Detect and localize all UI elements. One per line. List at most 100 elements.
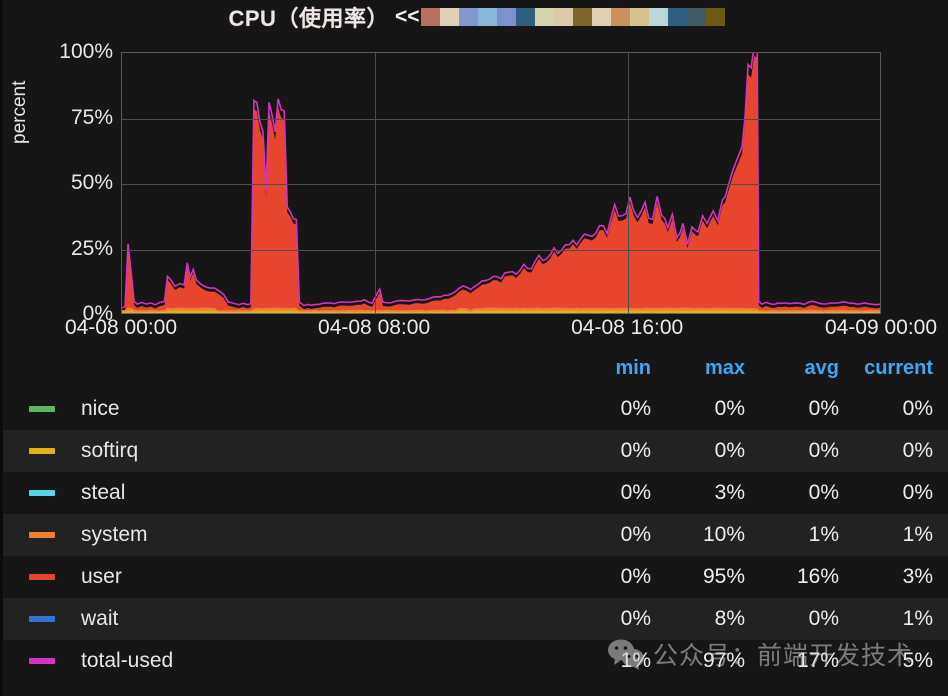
gridline-vertical <box>628 53 630 313</box>
legend-value-min: 0% <box>620 607 651 630</box>
legend-value-min: 0% <box>620 397 651 420</box>
legend-header-row: min max avg current <box>3 348 948 388</box>
legend-value-current: 1% <box>902 523 933 546</box>
legend-value-current: 5% <box>902 649 933 672</box>
legend-value-max: 3% <box>714 481 745 504</box>
legend-value-avg: 0% <box>808 397 839 420</box>
legend-value-current: 3% <box>902 565 933 588</box>
palette-swatch-9[interactable] <box>592 8 612 26</box>
legend-row[interactable]: nice 0% 0% 0% 0% <box>3 388 948 430</box>
legend-color-swatch-wait[interactable] <box>29 616 55 622</box>
legend-series-name-total-used[interactable]: total-used <box>81 649 557 673</box>
x-tick-label: 04-09 00:00 <box>824 316 938 339</box>
legend-rows-container: nice 0% 0% 0% 0% softirq 0% 0% 0% 0% steal 0% 3% 0% 0%… <box>3 388 948 682</box>
legend-table: min max avg current nice 0% 0% 0% 0% softirq 0… <box>3 348 948 682</box>
x-tick-label: 04-08 08:00 <box>318 316 431 339</box>
legend-value-max: 97% <box>702 649 745 672</box>
legend-value-avg: 1% <box>808 523 839 546</box>
legend-swatch-cell <box>3 658 81 664</box>
palette-swatch-15[interactable] <box>706 8 726 26</box>
gridline-horizontal <box>122 184 880 185</box>
page-title: CPU（使用率） <box>228 6 389 31</box>
legend-value-current: 0% <box>902 397 933 420</box>
legend-swatch-cell <box>3 406 81 412</box>
x-axis-ticks: 04-08 00:00 04-08 08:00 04-08 16:00 04-09 0… <box>3 316 948 346</box>
palette-swatch-4[interactable] <box>497 8 517 26</box>
gridline-horizontal <box>122 118 880 120</box>
color-palette-strip[interactable] <box>421 8 726 26</box>
legend-series-name-system[interactable]: system <box>81 523 557 547</box>
palette-swatch-6[interactable] <box>535 8 555 26</box>
legend-value-avg: 17% <box>796 649 839 672</box>
legend-value-current: 1% <box>902 607 933 630</box>
x-tick-label: 04-08 00:00 <box>64 316 178 339</box>
legend-value-avg: 0% <box>808 439 839 462</box>
legend-color-swatch-user[interactable] <box>29 574 55 580</box>
legend-series-name-nice[interactable]: nice <box>81 397 557 421</box>
legend-swatch-cell <box>3 616 81 622</box>
palette-swatch-0[interactable] <box>421 8 441 26</box>
palette-swatch-11[interactable] <box>630 8 650 26</box>
gridline-horizontal <box>122 249 880 251</box>
palette-swatch-14[interactable] <box>687 8 707 26</box>
y-tick-label: 100% <box>59 40 113 63</box>
legend-value-min: 0% <box>620 481 651 504</box>
legend-value-min: 0% <box>620 439 651 462</box>
legend-color-swatch-nice[interactable] <box>29 406 55 412</box>
palette-swatch-2[interactable] <box>459 8 479 26</box>
legend-row[interactable]: steal 0% 3% 0% 0% <box>3 472 948 514</box>
legend-value-current: 0% <box>902 439 933 462</box>
legend-row[interactable]: softirq 0% 0% 0% 0% <box>3 430 948 472</box>
legend-value-min: 1% <box>620 649 651 672</box>
legend-color-swatch-softirq[interactable] <box>29 448 55 454</box>
gridline-vertical <box>375 53 377 313</box>
legend-value-max: 0% <box>714 439 745 462</box>
legend-series-name-user[interactable]: user <box>81 565 557 589</box>
legend-series-name-softirq[interactable]: softirq <box>81 439 557 463</box>
legend-header-current[interactable]: current <box>839 357 948 380</box>
cpu-usage-panel: CPU（使用率） << percent 0% 25% 50% 75% 100% 04-0… <box>0 0 948 696</box>
legend-value-max: 8% <box>714 607 745 630</box>
legend-value-avg: 16% <box>796 565 839 588</box>
y-tick-label: 75% <box>70 105 113 129</box>
legend-header-avg[interactable]: avg <box>745 357 839 380</box>
x-tick-label: 04-08 16:00 <box>571 316 684 339</box>
legend-swatch-cell <box>3 448 81 454</box>
palette-swatch-12[interactable] <box>649 8 669 26</box>
panel-title-bar: CPU（使用率） << <box>3 0 948 34</box>
legend-header-min[interactable]: min <box>557 357 651 380</box>
palette-swatch-1[interactable] <box>440 8 460 26</box>
legend-color-swatch-steal[interactable] <box>29 490 55 496</box>
legend-value-avg: 0% <box>808 481 839 504</box>
legend-swatch-cell <box>3 490 81 496</box>
palette-swatch-10[interactable] <box>611 8 631 26</box>
palette-swatch-8[interactable] <box>573 8 593 26</box>
legend-value-min: 0% <box>620 523 651 546</box>
legend-row[interactable]: system 0% 10% 1% 1% <box>3 514 948 556</box>
y-tick-label: 50% <box>70 171 113 194</box>
chart-series-svg <box>122 53 880 313</box>
palette-swatch-13[interactable] <box>668 8 688 26</box>
plot-canvas[interactable] <box>121 52 881 314</box>
chart-area: percent 0% 25% 50% 75% 100% 04-08 00:00 04-08… <box>3 34 948 339</box>
legend-header-max[interactable]: max <box>651 357 745 380</box>
legend-row[interactable]: wait 0% 8% 0% 1% <box>3 598 948 640</box>
legend-row[interactable]: user 0% 95% 16% 3% <box>3 556 948 598</box>
legend-value-avg: 0% <box>808 607 839 630</box>
palette-swatch-3[interactable] <box>478 8 498 26</box>
legend-series-name-steal[interactable]: steal <box>81 481 557 505</box>
legend-series-name-wait[interactable]: wait <box>81 607 557 631</box>
collapse-toggle[interactable]: << <box>395 5 420 29</box>
legend-swatch-cell <box>3 532 81 538</box>
legend-color-swatch-system[interactable] <box>29 532 55 538</box>
legend-color-swatch-total-used[interactable] <box>29 658 55 664</box>
legend-value-max: 95% <box>702 565 745 588</box>
legend-value-min: 0% <box>620 565 651 588</box>
series-line-total-used <box>122 53 880 309</box>
legend-row[interactable]: total-used 1% 97% 17% 5% <box>3 640 948 682</box>
palette-swatch-5[interactable] <box>516 8 536 26</box>
palette-swatch-7[interactable] <box>554 8 574 26</box>
legend-value-current: 0% <box>902 481 933 504</box>
y-tick-label: 25% <box>70 236 113 260</box>
y-axis-ticks: 0% 25% 50% 75% 100% <box>3 34 113 334</box>
